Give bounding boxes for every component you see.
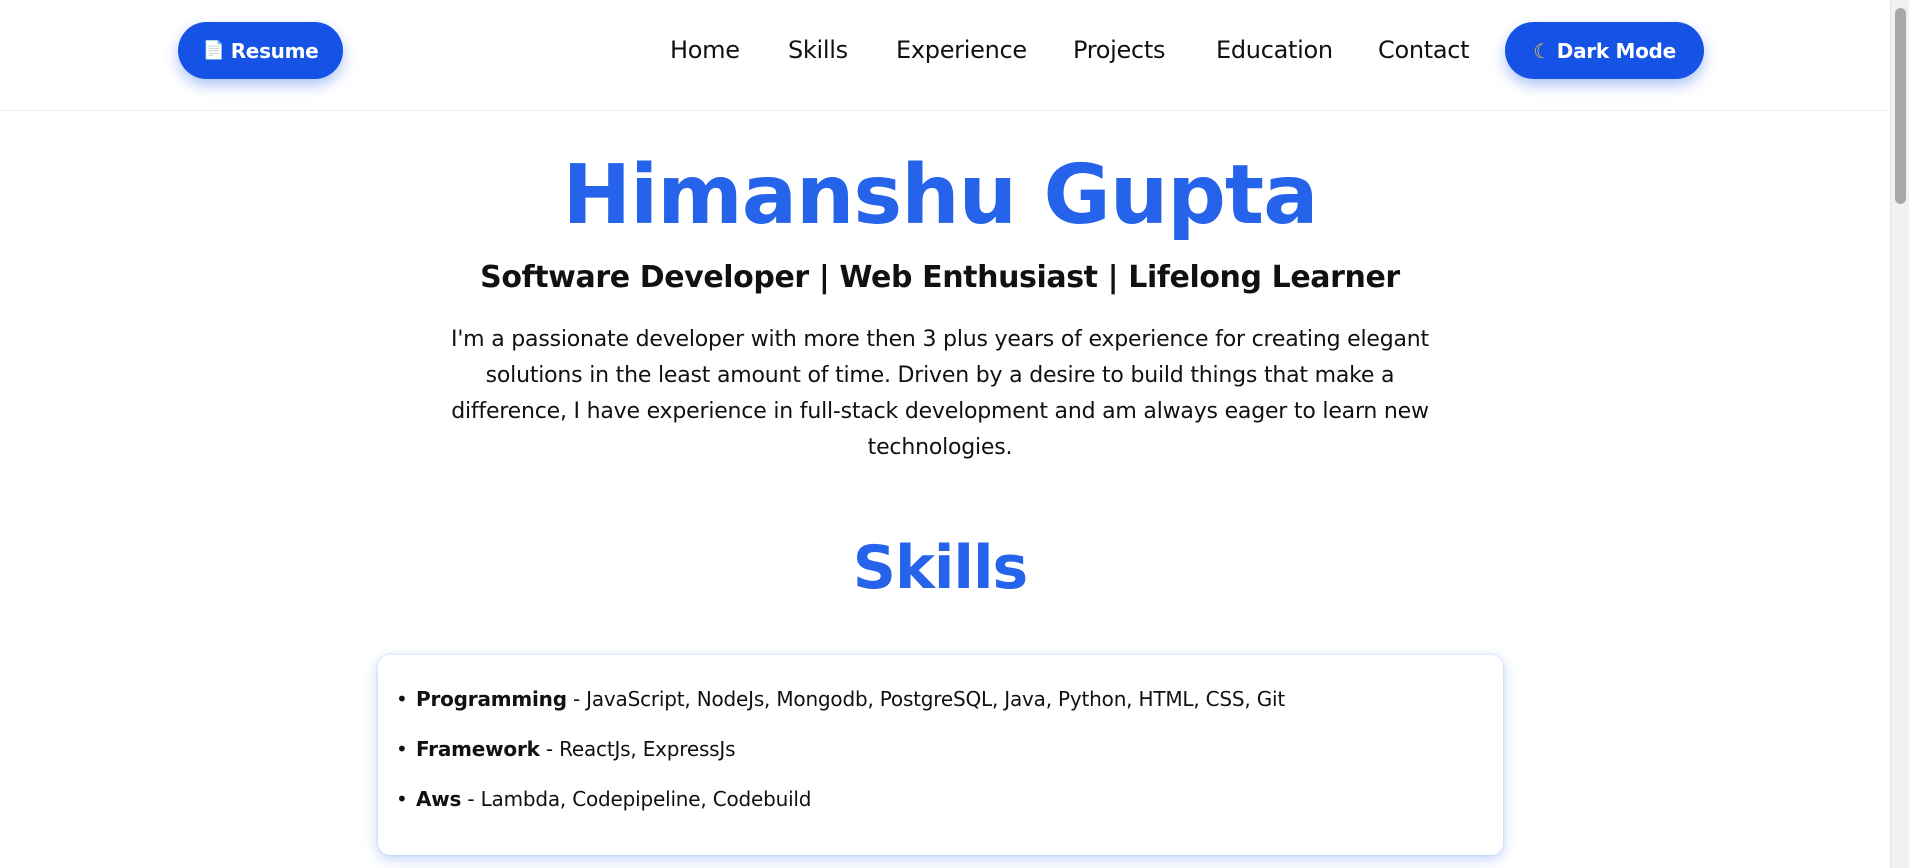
- skill-category: Aws: [416, 787, 462, 811]
- nav-projects[interactable]: Projects: [1073, 30, 1166, 70]
- skill-category: Programming: [416, 687, 567, 711]
- nav-home[interactable]: Home: [670, 30, 740, 70]
- document-icon: 📄: [202, 39, 225, 61]
- resume-button-label: Resume: [230, 38, 319, 63]
- skill-item-aws: Aws - Lambda, Codepipeline, Codebuild: [396, 785, 812, 813]
- portfolio-page: 📄 Resume Home Skills Experience Projects…: [0, 0, 1890, 868]
- dark-mode-button-label: Dark Mode: [1556, 38, 1676, 63]
- skill-item-programming: Programming - JavaScript, NodeJs, Mongod…: [396, 685, 1286, 713]
- dark-mode-button[interactable]: ☾ Dark Mode: [1505, 22, 1704, 79]
- hero-subtitle: Software Developer | Web Enthusiast | Li…: [480, 260, 1400, 295]
- scrollbar-thumb[interactable]: [1895, 8, 1906, 204]
- nav-skills[interactable]: Skills: [788, 30, 848, 70]
- skills-section-title: Skills: [852, 533, 1029, 603]
- skill-values: - JavaScript, NodeJs, Mongodb, PostgreSQ…: [566, 687, 1286, 711]
- nav-experience[interactable]: Experience: [896, 30, 1027, 70]
- hero-description: I'm a passionate developer with more the…: [451, 327, 1429, 460]
- nav-contact[interactable]: Contact: [1378, 30, 1470, 70]
- skill-values: - Lambda, Codepipeline, Codebuild: [461, 787, 812, 811]
- navbar: 📄 Resume Home Skills Experience Projects…: [0, 0, 1890, 111]
- hero-name: Himanshu Gupta: [562, 148, 1319, 243]
- resume-button[interactable]: 📄 Resume: [178, 22, 343, 79]
- nav-education[interactable]: Education: [1216, 30, 1333, 70]
- moon-icon: ☾: [1533, 38, 1551, 63]
- skills-card: Programming - JavaScript, NodeJs, Mongod…: [378, 655, 1503, 855]
- skill-item-framework: Framework - ReactJs, ExpressJs: [396, 735, 736, 763]
- vertical-scrollbar[interactable]: [1890, 0, 1909, 868]
- skill-values: - ReactJs, ExpressJs: [539, 737, 736, 761]
- skill-category: Framework: [416, 737, 540, 761]
